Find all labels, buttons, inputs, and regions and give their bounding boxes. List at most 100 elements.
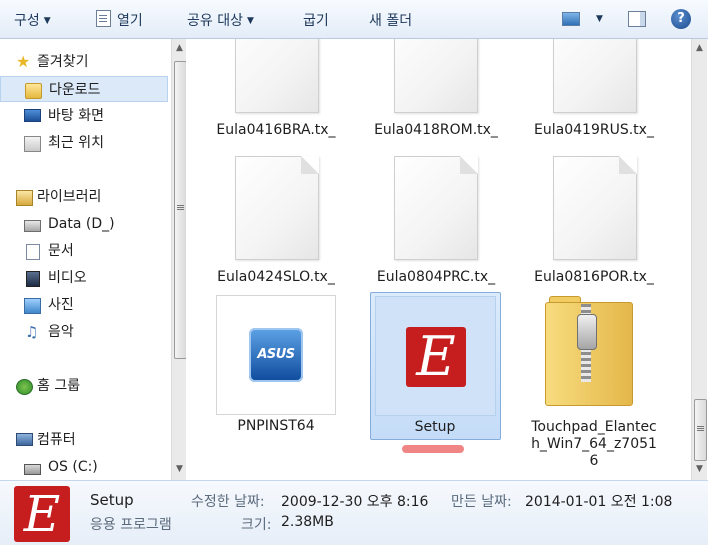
nav-libraries-label: 라이브러리 [37,189,102,205]
nav-desktop[interactable]: 바탕 화면 [0,103,168,129]
nav-downloads[interactable]: 다운로드 [0,76,168,102]
pictures-icon [24,298,41,314]
setup-logo-icon: E [14,486,70,542]
file-name[interactable]: Eula0424SLO.tx_ [210,269,342,286]
open-button[interactable]: 열기 [96,10,143,30]
file-name[interactable]: Eula0804PRC.tx_ [370,269,502,286]
nav-data-drive[interactable]: Data (D_) [0,211,168,237]
organize-menu[interactable]: 구성 ▼ [14,10,51,30]
setup-file-item[interactable]: E Setup [370,292,501,440]
desktop-icon [24,109,41,122]
zip-folder-icon[interactable] [545,296,633,406]
file-list: Eula0416BRA.tx_ Eula0418ROM.tx_ Eula0419… [186,39,691,480]
details-pane: E Setup 응용 프로그램 수정한 날짜: 2009-12-30 오후 8:… [0,480,708,545]
recent-places-icon [24,136,41,152]
new-folder-button[interactable]: 새 폴더 [369,10,412,30]
text-file-icon[interactable] [553,39,637,113]
burn-button[interactable]: 굽기 [303,10,329,30]
created-value: 2014-01-01 오전 1:08 [525,494,673,510]
computer-icon [16,433,33,446]
nav-recent[interactable]: 최근 위치 [0,130,168,156]
nav-homegroup-label: 홈 그룹 [37,378,81,394]
nav-pictures[interactable]: 사진 [0,292,168,318]
nav-computer-label: 컴퓨터 [37,432,76,448]
details-file-name: Setup [90,491,134,509]
chevron-down-icon: ▼ [246,16,254,26]
videos-icon [26,271,40,287]
view-options-button[interactable]: ▼ [592,11,603,27]
nav-computer[interactable]: 컴퓨터 [0,427,168,453]
scroll-up-icon[interactable]: ▲ [692,41,707,55]
size-value: 2.38MB [281,514,334,530]
scroll-up-icon[interactable]: ▲ [172,41,187,55]
details-file-type: 응용 프로그램 [90,517,172,533]
scroll-down-icon[interactable]: ▼ [172,462,187,476]
drive-icon [24,220,41,232]
share-menu[interactable]: 공유 대상 ▼ [187,10,254,30]
new-folder-label: 새 폴더 [369,13,413,29]
nav-videos-label: 비디오 [48,270,87,286]
drive-icon [24,464,41,475]
nav-downloads-label: 다운로드 [49,82,101,98]
open-icon [96,10,111,27]
command-bar: 구성 ▼ 열기 공유 대상 ▼ 굽기 새 폴더 ▼ ? [0,0,708,39]
content-scroll-thumb[interactable] [694,399,707,461]
file-name[interactable]: Touchpad_Elantech_Win7_64_z70516 [529,419,659,470]
nav-os-label: OS (C:) [48,459,98,475]
file-name: Setup [414,419,456,435]
text-file-icon[interactable] [235,39,319,113]
text-file-icon[interactable] [394,39,478,113]
file-name[interactable]: Eula0419RUS.tx_ [528,122,660,139]
homegroup-icon [16,379,33,395]
nav-favorites[interactable]: ★ 즐겨찾기 [0,49,168,75]
open-label: 열기 [117,13,143,29]
grip-icon [177,205,184,206]
navigation-pane: ★ 즐겨찾기 다운로드 바탕 화면 최근 위치 라이브러리 Data (D_) … [0,39,168,480]
modified-value: 2009-12-30 오후 8:16 [281,494,429,510]
nav-documents-label: 문서 [48,243,74,259]
grip-icon [697,426,704,427]
content-scrollbar[interactable]: ▲ ▼ [691,39,707,480]
share-label: 공유 대상 [187,13,243,29]
music-icon: ♫ [25,323,39,341]
file-name[interactable]: PNPINST64 [210,418,342,435]
chevron-down-icon: ▼ [43,16,51,26]
downloads-folder-icon [25,83,42,99]
asus-logo-icon: ASUS [249,328,303,382]
nav-desktop-label: 바탕 화면 [48,108,104,124]
nav-videos[interactable]: 비디오 [0,265,168,291]
library-icon [16,190,33,206]
nav-homegroup[interactable]: 홈 그룹 [0,373,168,399]
pnpinst64-thumbnail[interactable]: ASUS [216,295,336,415]
nav-libraries[interactable]: 라이브러리 [0,184,168,210]
text-file-icon[interactable] [235,156,319,260]
file-name[interactable]: Eula0816POR.tx_ [528,269,660,286]
nav-music[interactable]: ♫ 음악 [0,319,168,345]
setup-thumbnail: E [375,296,496,416]
file-name[interactable]: Eula0418ROM.tx_ [370,122,502,139]
setup-logo-icon: E [406,327,466,387]
help-icon[interactable]: ? [671,9,691,29]
preview-pane-icon[interactable] [628,11,646,27]
documents-icon [26,244,40,260]
chevron-down-icon: ▼ [596,14,603,24]
nav-documents[interactable]: 문서 [0,238,168,264]
file-name[interactable]: Eula0416BRA.tx_ [210,122,342,139]
burn-label: 굽기 [303,13,329,29]
nav-scrollbar[interactable]: ▲ ▼ [171,39,187,480]
text-file-icon[interactable] [394,156,478,260]
text-file-icon[interactable] [553,156,637,260]
change-view-icon[interactable] [562,12,580,26]
highlight-stroke [402,445,464,453]
nav-recent-label: 최근 위치 [48,135,104,151]
scroll-down-icon[interactable]: ▼ [692,462,707,476]
organize-label: 구성 [14,13,40,29]
modified-label: 수정한 날짜: [191,494,265,510]
nav-music-label: 음악 [48,324,74,340]
nav-data-label: Data (D_) [48,216,115,232]
zipper-pull-icon [577,314,597,350]
nav-favorites-label: 즐겨찾기 [37,54,89,70]
star-icon: ★ [16,52,31,71]
nav-pictures-label: 사진 [48,297,74,313]
nav-os-drive[interactable]: OS (C:) [0,454,168,480]
